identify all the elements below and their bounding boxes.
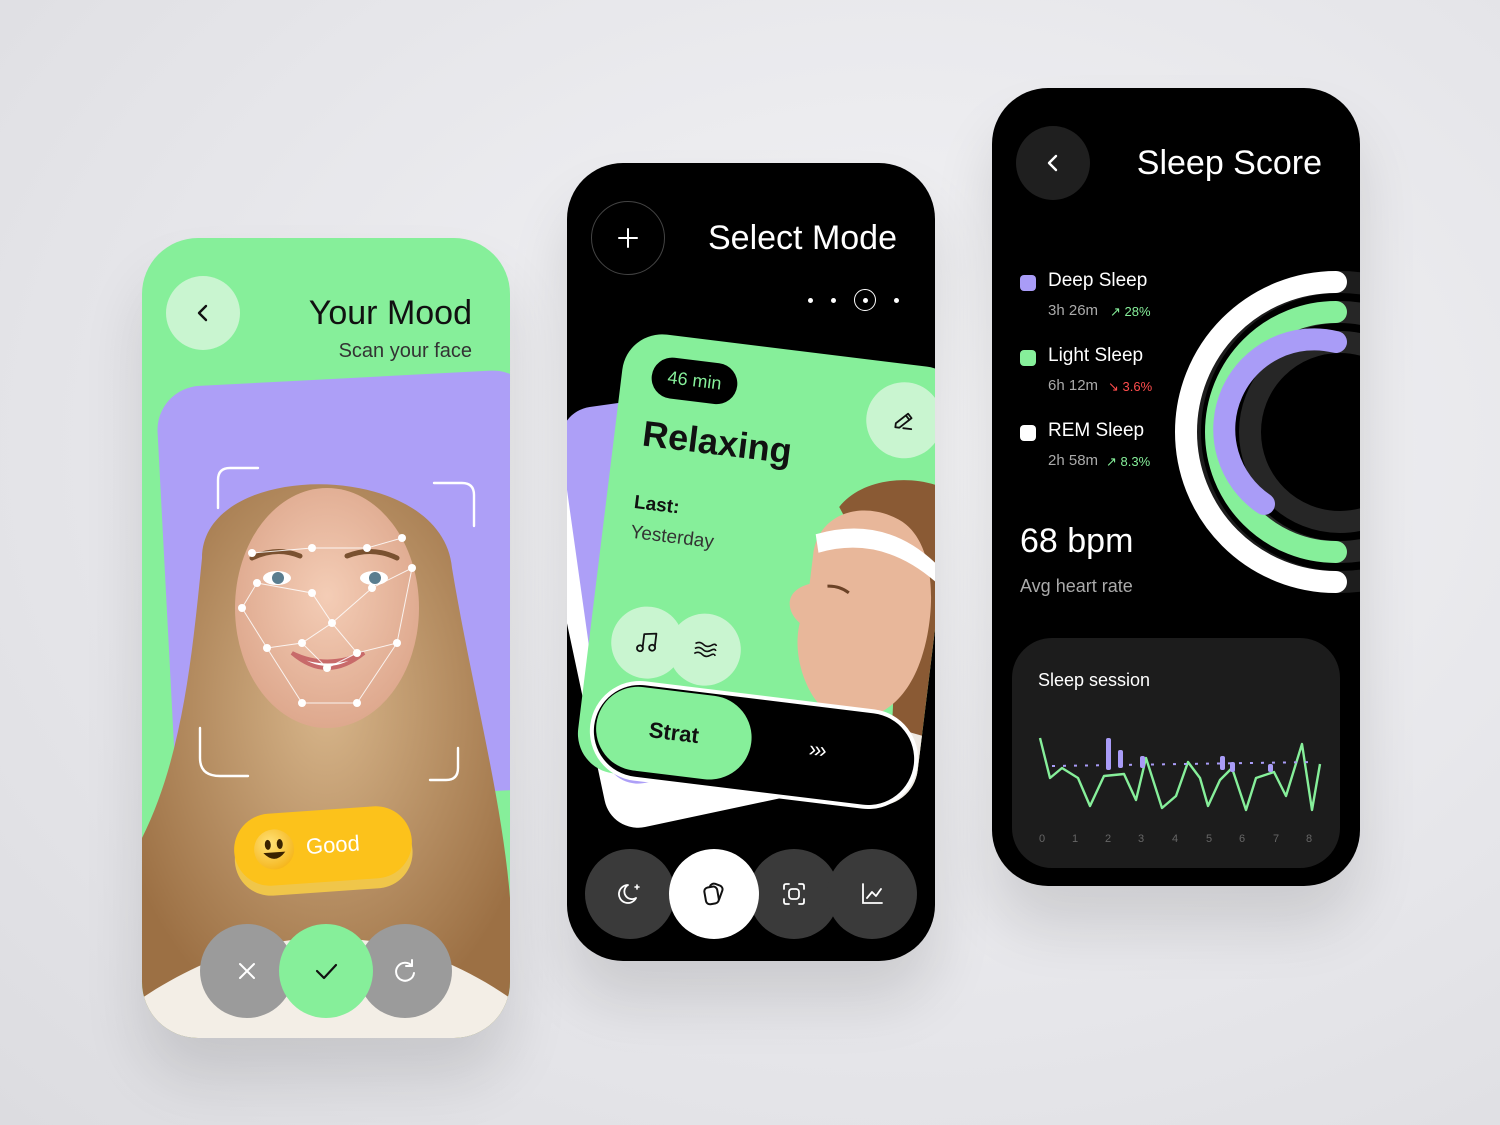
swipe-arrows-icon: ››› (807, 735, 827, 763)
nav-modes[interactable] (669, 849, 759, 939)
pencil-icon (894, 412, 913, 431)
x-tick: 6 (1239, 833, 1245, 845)
mood-result-pill: Good (231, 803, 415, 889)
page-title: Select Mode (708, 219, 897, 257)
avg-heart-rate-value: 68 bpm (1020, 522, 1134, 560)
scan-icon (783, 883, 805, 905)
page-title: Your Mood (308, 294, 472, 332)
page-dot[interactable] (831, 297, 836, 303)
stage-name: Light Sleep (1048, 345, 1144, 366)
sleep-score-rings (1175, 271, 1360, 593)
edit-button[interactable] (861, 377, 935, 463)
x-tick: 5 (1206, 833, 1212, 845)
scan-actions (200, 924, 452, 1018)
stage-change: ↗ 28% (1110, 304, 1151, 319)
nav-scan[interactable] (749, 849, 839, 939)
bottom-nav (585, 849, 917, 943)
chevron-left-icon (1047, 154, 1058, 172)
cards-icon (703, 882, 724, 906)
page-dot[interactable] (894, 297, 899, 303)
x-tick: 3 (1138, 833, 1144, 845)
page-dot-active[interactable] (854, 289, 876, 311)
plus-icon (618, 228, 638, 248)
x-tick: 4 (1172, 833, 1178, 845)
back-button[interactable] (1016, 126, 1090, 200)
smiley-emoji-icon (252, 828, 296, 871)
sleep-session-card: Sleep session 0 1 2 3 4 5 6 7 8 (1012, 638, 1340, 868)
stage-duration: 2h 58m (1048, 452, 1099, 469)
mood-label: Good (305, 830, 361, 860)
moon-star-icon (618, 884, 640, 904)
mode-name: Relaxing (640, 412, 795, 472)
x-tick: 0 (1039, 833, 1045, 845)
last-value: Yesterday (629, 521, 716, 553)
stage-duration: 3h 26m (1048, 302, 1099, 319)
stage-change: ↗ 8.3% (1106, 454, 1151, 469)
last-label: Last: (632, 492, 681, 519)
legend-swatch (1020, 275, 1036, 291)
legend-swatch (1020, 425, 1036, 441)
mode-sound-options (607, 602, 745, 690)
avg-heart-rate-label: Avg heart rate (1020, 576, 1133, 596)
x-tick: 2 (1105, 833, 1111, 845)
page-subtitle: Scan your face (338, 340, 472, 362)
page-title: Sleep Score (1136, 144, 1322, 182)
legend-swatch (1020, 350, 1036, 366)
x-tick: 7 (1273, 833, 1279, 845)
add-mode-button[interactable] (591, 201, 665, 275)
page-dot[interactable] (808, 297, 813, 303)
nav-sleep[interactable] (585, 849, 675, 939)
mode-screen: Select Mode 46 min Relaxing Last: Yester… (567, 163, 935, 961)
music-note-icon (636, 632, 658, 653)
stage-name: Deep Sleep (1048, 270, 1148, 291)
close-icon (239, 963, 255, 979)
mood-screen: Your Mood Scan your face Good (142, 238, 510, 1038)
check-icon (315, 963, 338, 980)
duration-badge: 46 min (649, 355, 740, 407)
refresh-icon (395, 959, 415, 982)
stage-change: ↘ 3.6% (1108, 379, 1153, 394)
sleep-score-screen: Sleep Score Deep Sleep 3h 26m ↗ 28% Ligh… (992, 88, 1360, 886)
waves-icon (693, 641, 718, 658)
sleep-session-chart: 0 1 2 3 4 5 6 7 8 (1038, 737, 1322, 845)
x-tick: 1 (1072, 833, 1078, 845)
stage-duration: 6h 12m (1048, 377, 1099, 394)
confirm-button[interactable] (279, 924, 373, 1018)
carousel-pagination[interactable] (808, 289, 899, 311)
chart-line-icon (862, 883, 883, 904)
nav-stats[interactable] (827, 849, 917, 939)
stage-name: REM Sleep (1048, 420, 1145, 441)
chevron-left-icon (197, 304, 208, 322)
x-tick: 8 (1306, 833, 1312, 845)
back-button[interactable] (166, 276, 240, 350)
